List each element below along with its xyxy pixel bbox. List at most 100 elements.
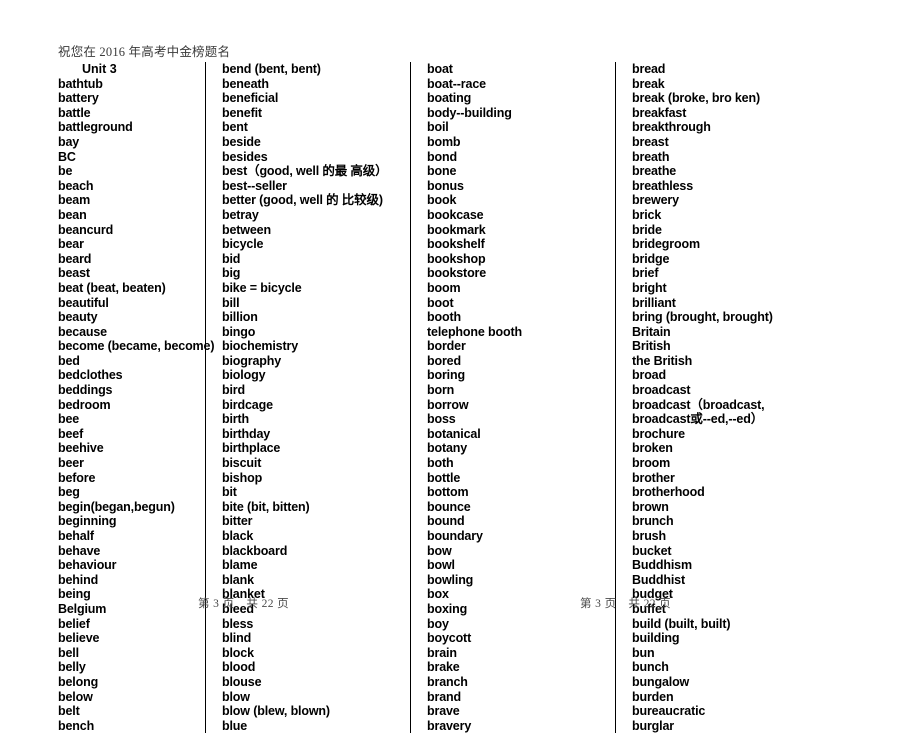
word-entry: beancurd: [58, 222, 114, 237]
word-list-4: bread break break (broke, bro ken) breakfas…: [632, 62, 845, 733]
word-entry: Buddhist: [632, 572, 685, 587]
word-entry: bent: [222, 120, 248, 135]
word-entry: boring: [427, 368, 465, 383]
word-entry: bottom: [427, 485, 469, 500]
word-entry: broken: [632, 441, 673, 456]
word-entry: boil: [427, 120, 449, 135]
word-entry: British: [632, 339, 671, 354]
word-entry: Buddhism: [632, 558, 692, 573]
word-entry: birdcage: [222, 397, 273, 412]
word-entry: beautiful: [58, 295, 109, 310]
word-entry: branch: [427, 674, 468, 689]
word-entry: bowl: [427, 558, 455, 573]
word-entry: BC: [58, 149, 76, 164]
word-entry: breakthrough: [632, 120, 711, 135]
word-entry: beast: [58, 266, 90, 281]
word-entry: birthday: [222, 426, 271, 441]
word-entry: bomb: [427, 134, 461, 149]
word-entry: boundary: [427, 529, 483, 543]
word-entry: because: [58, 324, 107, 339]
word-entry: bone: [427, 164, 457, 179]
word-entry: both: [427, 456, 454, 471]
word-entry: betray: [222, 207, 259, 222]
word-entry: boy: [427, 616, 449, 631]
word-entry: bridge: [632, 251, 670, 266]
word-entry: begin(began,begun): [58, 499, 175, 514]
word-entry: brotherhood: [632, 485, 705, 500]
word-entry: broadcast（broadcast,: [632, 397, 765, 412]
word-entry: blood: [222, 660, 256, 675]
word-entry: beef: [58, 426, 84, 441]
word-entry: behave: [58, 543, 101, 558]
word-entry: battle: [58, 105, 91, 120]
word-entry: beddings: [58, 383, 113, 398]
word-entry: brand: [427, 689, 461, 704]
word-entry: botany: [427, 441, 468, 456]
word-entry: biography: [222, 353, 282, 368]
word-entry: bee: [58, 412, 80, 427]
word-entry: bonus: [427, 178, 464, 193]
word-entry: bunch: [632, 660, 669, 675]
word-entry: being: [58, 587, 91, 602]
word-entry: breast: [632, 134, 669, 149]
word-entry: breathe: [632, 164, 677, 179]
word-entry: biscuit: [222, 456, 262, 471]
word-entry: bookcase: [427, 207, 484, 222]
word-entry: bring (brought, brought): [632, 310, 773, 325]
word-entry: boat--race: [427, 76, 486, 91]
word-entry: bless: [222, 616, 254, 631]
word-entry: breakfast: [632, 105, 687, 120]
word-entry: botanical: [427, 426, 481, 441]
word-entry: bear: [58, 237, 84, 252]
word-list-3: boat boat--race boating body--building boil b…: [427, 62, 615, 733]
word-entry: bridegroom: [632, 237, 700, 252]
word-entry: believe: [58, 631, 100, 646]
word-entry: Britain: [632, 324, 671, 339]
word-entry: beehive: [58, 441, 104, 456]
word-list-2: bend (bent, bent) beneath beneficial benefi…: [222, 62, 410, 733]
word-entry: build (built, built): [632, 616, 731, 631]
word-entry: Belgium: [58, 601, 107, 616]
word-entry: beard: [58, 251, 92, 266]
word-entry: bell: [58, 645, 79, 660]
word-entry: brother: [632, 470, 675, 485]
word-entry: bookshelf: [427, 237, 485, 252]
word-entry: below: [58, 689, 93, 704]
word-entry: bread: [632, 62, 666, 76]
word-entry: border: [427, 339, 466, 354]
word-entry: battleground: [58, 120, 133, 135]
word-entry: bit: [222, 485, 237, 500]
word-entry: boss: [427, 412, 456, 427]
word-entry: bay: [58, 134, 80, 149]
word-entry: behind: [58, 572, 99, 587]
word-entry: blue: [222, 718, 248, 733]
word-entry: bureaucratic: [632, 704, 706, 719]
word-entry: boating: [427, 91, 472, 106]
word-entry: bright: [632, 280, 667, 295]
word-entry: borrow: [427, 397, 469, 412]
footer-page-number-right: 第 3 页 共 22 页: [580, 598, 672, 610]
word-entry: bedclothes: [58, 368, 123, 383]
word-entry: behalf: [58, 529, 94, 543]
word-entry: bookmark: [427, 222, 486, 237]
word-entry: best--seller: [222, 178, 287, 193]
word-entry: between: [222, 222, 271, 237]
word-entry: brown: [632, 499, 669, 514]
word-list-columns: Unit 3 bathtub battery battle battleground b…: [0, 62, 920, 733]
word-entry: brilliant: [632, 295, 676, 310]
word-entry: brake: [427, 660, 460, 675]
word-entry: black: [222, 529, 254, 543]
word-entry: become (became, become): [58, 339, 215, 354]
word-entry: bitter: [222, 514, 253, 529]
word-entry: bookstore: [427, 266, 487, 281]
word-entry: blow (blew, blown): [222, 704, 330, 719]
word-entry: better (good, well 的 比较级): [222, 193, 383, 208]
word-entry: brain: [427, 645, 457, 660]
word-entry: break: [632, 76, 665, 91]
word-entry: breathless: [632, 178, 694, 193]
word-entry: bench: [58, 718, 95, 733]
word-entry: boat: [427, 62, 453, 76]
word-entry: bed: [58, 353, 80, 368]
word-entry: beside: [222, 134, 261, 149]
word-entry: beauty: [58, 310, 98, 325]
